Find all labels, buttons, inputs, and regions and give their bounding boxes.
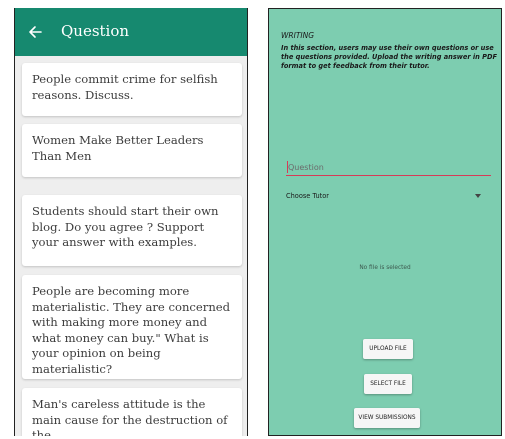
question-card[interactable]: Students should start their own blog. Do… — [22, 195, 242, 266]
view-submissions-button[interactable]: VIEW SUBMISSIONS — [354, 408, 420, 428]
text-cursor — [287, 161, 288, 173]
question-card[interactable]: People are becoming more materialistic. … — [22, 275, 242, 379]
app-bar: Question — [15, 8, 247, 56]
tutor-select-label: Choose Tutor — [286, 192, 329, 200]
question-card[interactable]: Women Make Better Leaders Than Men — [22, 124, 242, 177]
question-text: Man's careless attitude is the main caus… — [32, 397, 228, 436]
select-file-button[interactable]: SELECT FILE — [364, 374, 412, 394]
back-arrow-icon[interactable] — [27, 24, 43, 40]
question-screen: Question People commit crime for selfish… — [14, 8, 248, 436]
page-title: Question — [61, 21, 130, 40]
section-title: WRITING — [281, 31, 315, 40]
question-card[interactable]: People commit crime for selfish reasons.… — [22, 63, 242, 116]
question-input[interactable] — [286, 160, 491, 176]
tutor-select[interactable]: Choose Tutor — [286, 189, 491, 203]
section-description: In this section, users may use their own… — [281, 44, 497, 70]
question-text: People are becoming more materialistic. … — [32, 284, 231, 376]
upload-file-button[interactable]: UPLOAD FILE — [363, 339, 413, 359]
question-text: People commit crime for selfish reasons.… — [32, 72, 218, 102]
question-text: Students should start their own blog. Do… — [32, 204, 219, 249]
question-card[interactable]: Man's careless attitude is the main caus… — [22, 388, 242, 436]
writing-screen: WRITING In this section, users may use t… — [268, 8, 502, 436]
question-text: Women Make Better Leaders Than Men — [32, 133, 204, 163]
dropdown-arrow-icon — [475, 194, 481, 198]
file-status: No file is selected — [359, 265, 411, 271]
